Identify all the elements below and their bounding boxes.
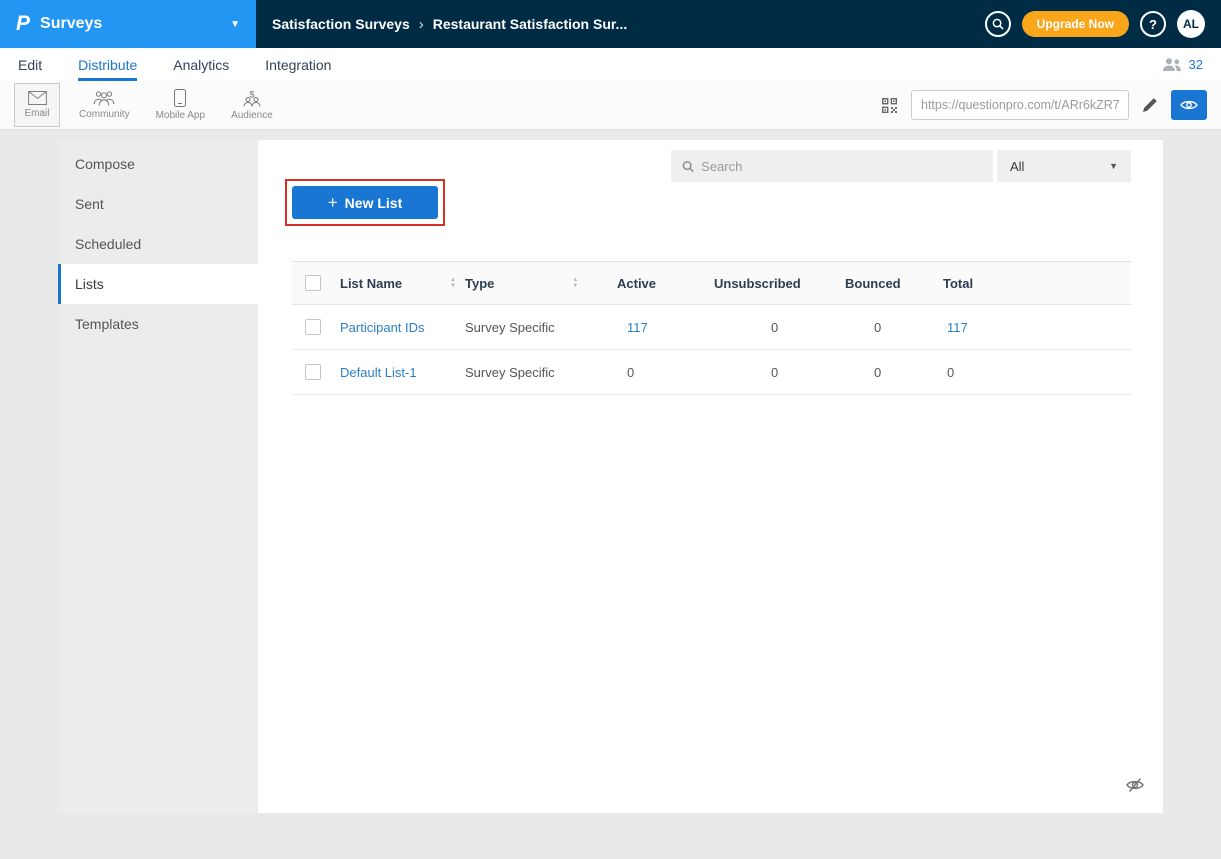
avatar[interactable]: AL	[1177, 10, 1205, 38]
preview-link-button[interactable]	[1171, 90, 1207, 120]
main-content: Compose Sent Scheduled Lists Templates A…	[58, 140, 1163, 813]
new-list-annotation-box: + New List	[285, 179, 445, 226]
unsubscribed-count: 0	[714, 320, 845, 335]
product-title: Surveys	[40, 15, 220, 33]
svg-text:$: $	[249, 90, 254, 100]
sidebar-item-lists[interactable]: Lists	[58, 264, 258, 304]
breadcrumb: Satisfaction Surveys › Restaurant Satisf…	[272, 16, 985, 33]
plus-icon: +	[328, 194, 338, 211]
mobile-app-icon	[174, 89, 186, 107]
channel-community[interactable]: Community	[72, 83, 137, 127]
table-row: Default List-1 Survey Specific 0 0 0 0	[292, 350, 1131, 395]
sort-icon[interactable]: ▲▼	[572, 278, 578, 289]
top-bar-actions: Upgrade Now ? AL	[985, 10, 1221, 38]
distribute-toolbar: Email Community Mobile App $ Audience	[0, 81, 1221, 130]
breadcrumb-separator-icon: ›	[419, 16, 424, 33]
active-count: 0	[617, 365, 714, 380]
collaborators-count[interactable]: 32	[1189, 57, 1203, 72]
list-name-link[interactable]: Default List-1	[340, 365, 417, 380]
chevron-down-icon: ▼	[230, 19, 240, 30]
list-type: Survey Specific	[465, 365, 617, 380]
pencil-icon	[1143, 98, 1157, 112]
global-search-button[interactable]	[985, 11, 1011, 37]
eye-icon	[1180, 99, 1198, 111]
tab-edit[interactable]: Edit	[18, 48, 42, 81]
channel-community-label: Community	[79, 109, 130, 120]
qr-code-button[interactable]	[880, 96, 899, 115]
upgrade-button[interactable]: Upgrade Now	[1022, 11, 1129, 37]
collaborators-icon[interactable]	[1162, 58, 1182, 71]
breadcrumb-parent[interactable]: Satisfaction Surveys	[272, 16, 410, 32]
column-header-active: Active	[617, 276, 714, 291]
community-icon	[93, 90, 115, 106]
product-switcher[interactable]: P Surveys ▼	[0, 0, 256, 48]
list-type: Survey Specific	[465, 320, 617, 335]
section-tabs: Edit Distribute Analytics Integration 32	[0, 48, 1221, 81]
new-list-button-label: New List	[345, 195, 403, 211]
filter-selected-value: All	[1010, 159, 1024, 174]
select-all-checkbox[interactable]	[305, 275, 321, 291]
sidebar-item-scheduled[interactable]: Scheduled	[58, 224, 258, 264]
tab-integration[interactable]: Integration	[265, 48, 331, 81]
sidebar-item-compose[interactable]: Compose	[58, 144, 258, 184]
row-checkbox[interactable]	[305, 319, 321, 335]
table-row: Participant IDs Survey Specific 117 0 0 …	[292, 305, 1131, 350]
survey-url-box	[911, 90, 1129, 120]
bounced-count: 0	[845, 365, 943, 380]
tab-analytics[interactable]: Analytics	[173, 48, 229, 81]
column-header-type[interactable]: Type	[465, 276, 494, 291]
channel-audience-label: Audience	[231, 110, 273, 121]
top-bar: P Surveys ▼ Satisfaction Surveys › Resta…	[0, 0, 1221, 48]
hide-columns-button[interactable]	[1125, 777, 1145, 793]
lists-search-box	[671, 150, 993, 182]
channel-mobile-app[interactable]: Mobile App	[149, 83, 212, 127]
distribute-sidebar: Compose Sent Scheduled Lists Templates	[58, 140, 258, 813]
total-count-link[interactable]: 117	[947, 320, 968, 335]
column-header-unsubscribed: Unsubscribed	[714, 276, 845, 291]
new-list-button[interactable]: + New List	[292, 186, 438, 219]
lists-table: List Name ▲▼ Type ▲▼ Active Unsubscribed…	[292, 261, 1131, 395]
search-icon	[992, 18, 1004, 30]
lists-panel: All ▼ + New List List Name ▲▼ Type ▲▼	[258, 140, 1163, 813]
active-count-link[interactable]: 117	[627, 320, 648, 335]
eye-off-icon	[1125, 777, 1145, 793]
row-checkbox[interactable]	[305, 364, 321, 380]
table-header-row: List Name ▲▼ Type ▲▼ Active Unsubscribed…	[292, 261, 1131, 305]
list-name-link[interactable]: Participant IDs	[340, 320, 425, 335]
channel-audience[interactable]: $ Audience	[224, 83, 280, 127]
edit-url-button[interactable]	[1141, 96, 1159, 114]
lists-search-input[interactable]	[701, 159, 982, 174]
list-type-filter-dropdown[interactable]: All ▼	[997, 150, 1131, 182]
bounced-count: 0	[845, 320, 943, 335]
breadcrumb-current: Restaurant Satisfaction Sur...	[433, 16, 628, 32]
column-header-total: Total	[943, 276, 1131, 291]
column-header-list-name[interactable]: List Name	[340, 276, 402, 291]
sidebar-item-templates[interactable]: Templates	[58, 304, 258, 344]
channel-email-label: Email	[24, 108, 49, 119]
channel-email[interactable]: Email	[14, 83, 60, 127]
channel-mobile-app-label: Mobile App	[156, 110, 205, 121]
total-count: 0	[943, 365, 1131, 380]
search-icon	[682, 160, 694, 173]
help-button[interactable]: ?	[1140, 11, 1166, 37]
questionpro-logo: P	[16, 12, 30, 36]
survey-url-input[interactable]	[921, 98, 1119, 112]
sort-icon[interactable]: ▲▼	[450, 278, 456, 289]
audience-icon: $	[241, 90, 263, 107]
column-header-bounced: Bounced	[845, 276, 943, 291]
sidebar-item-sent[interactable]: Sent	[58, 184, 258, 224]
email-icon	[28, 91, 47, 105]
chevron-down-icon: ▼	[1109, 161, 1118, 171]
unsubscribed-count: 0	[714, 365, 845, 380]
tab-distribute[interactable]: Distribute	[78, 48, 137, 81]
qr-code-icon	[882, 98, 897, 113]
